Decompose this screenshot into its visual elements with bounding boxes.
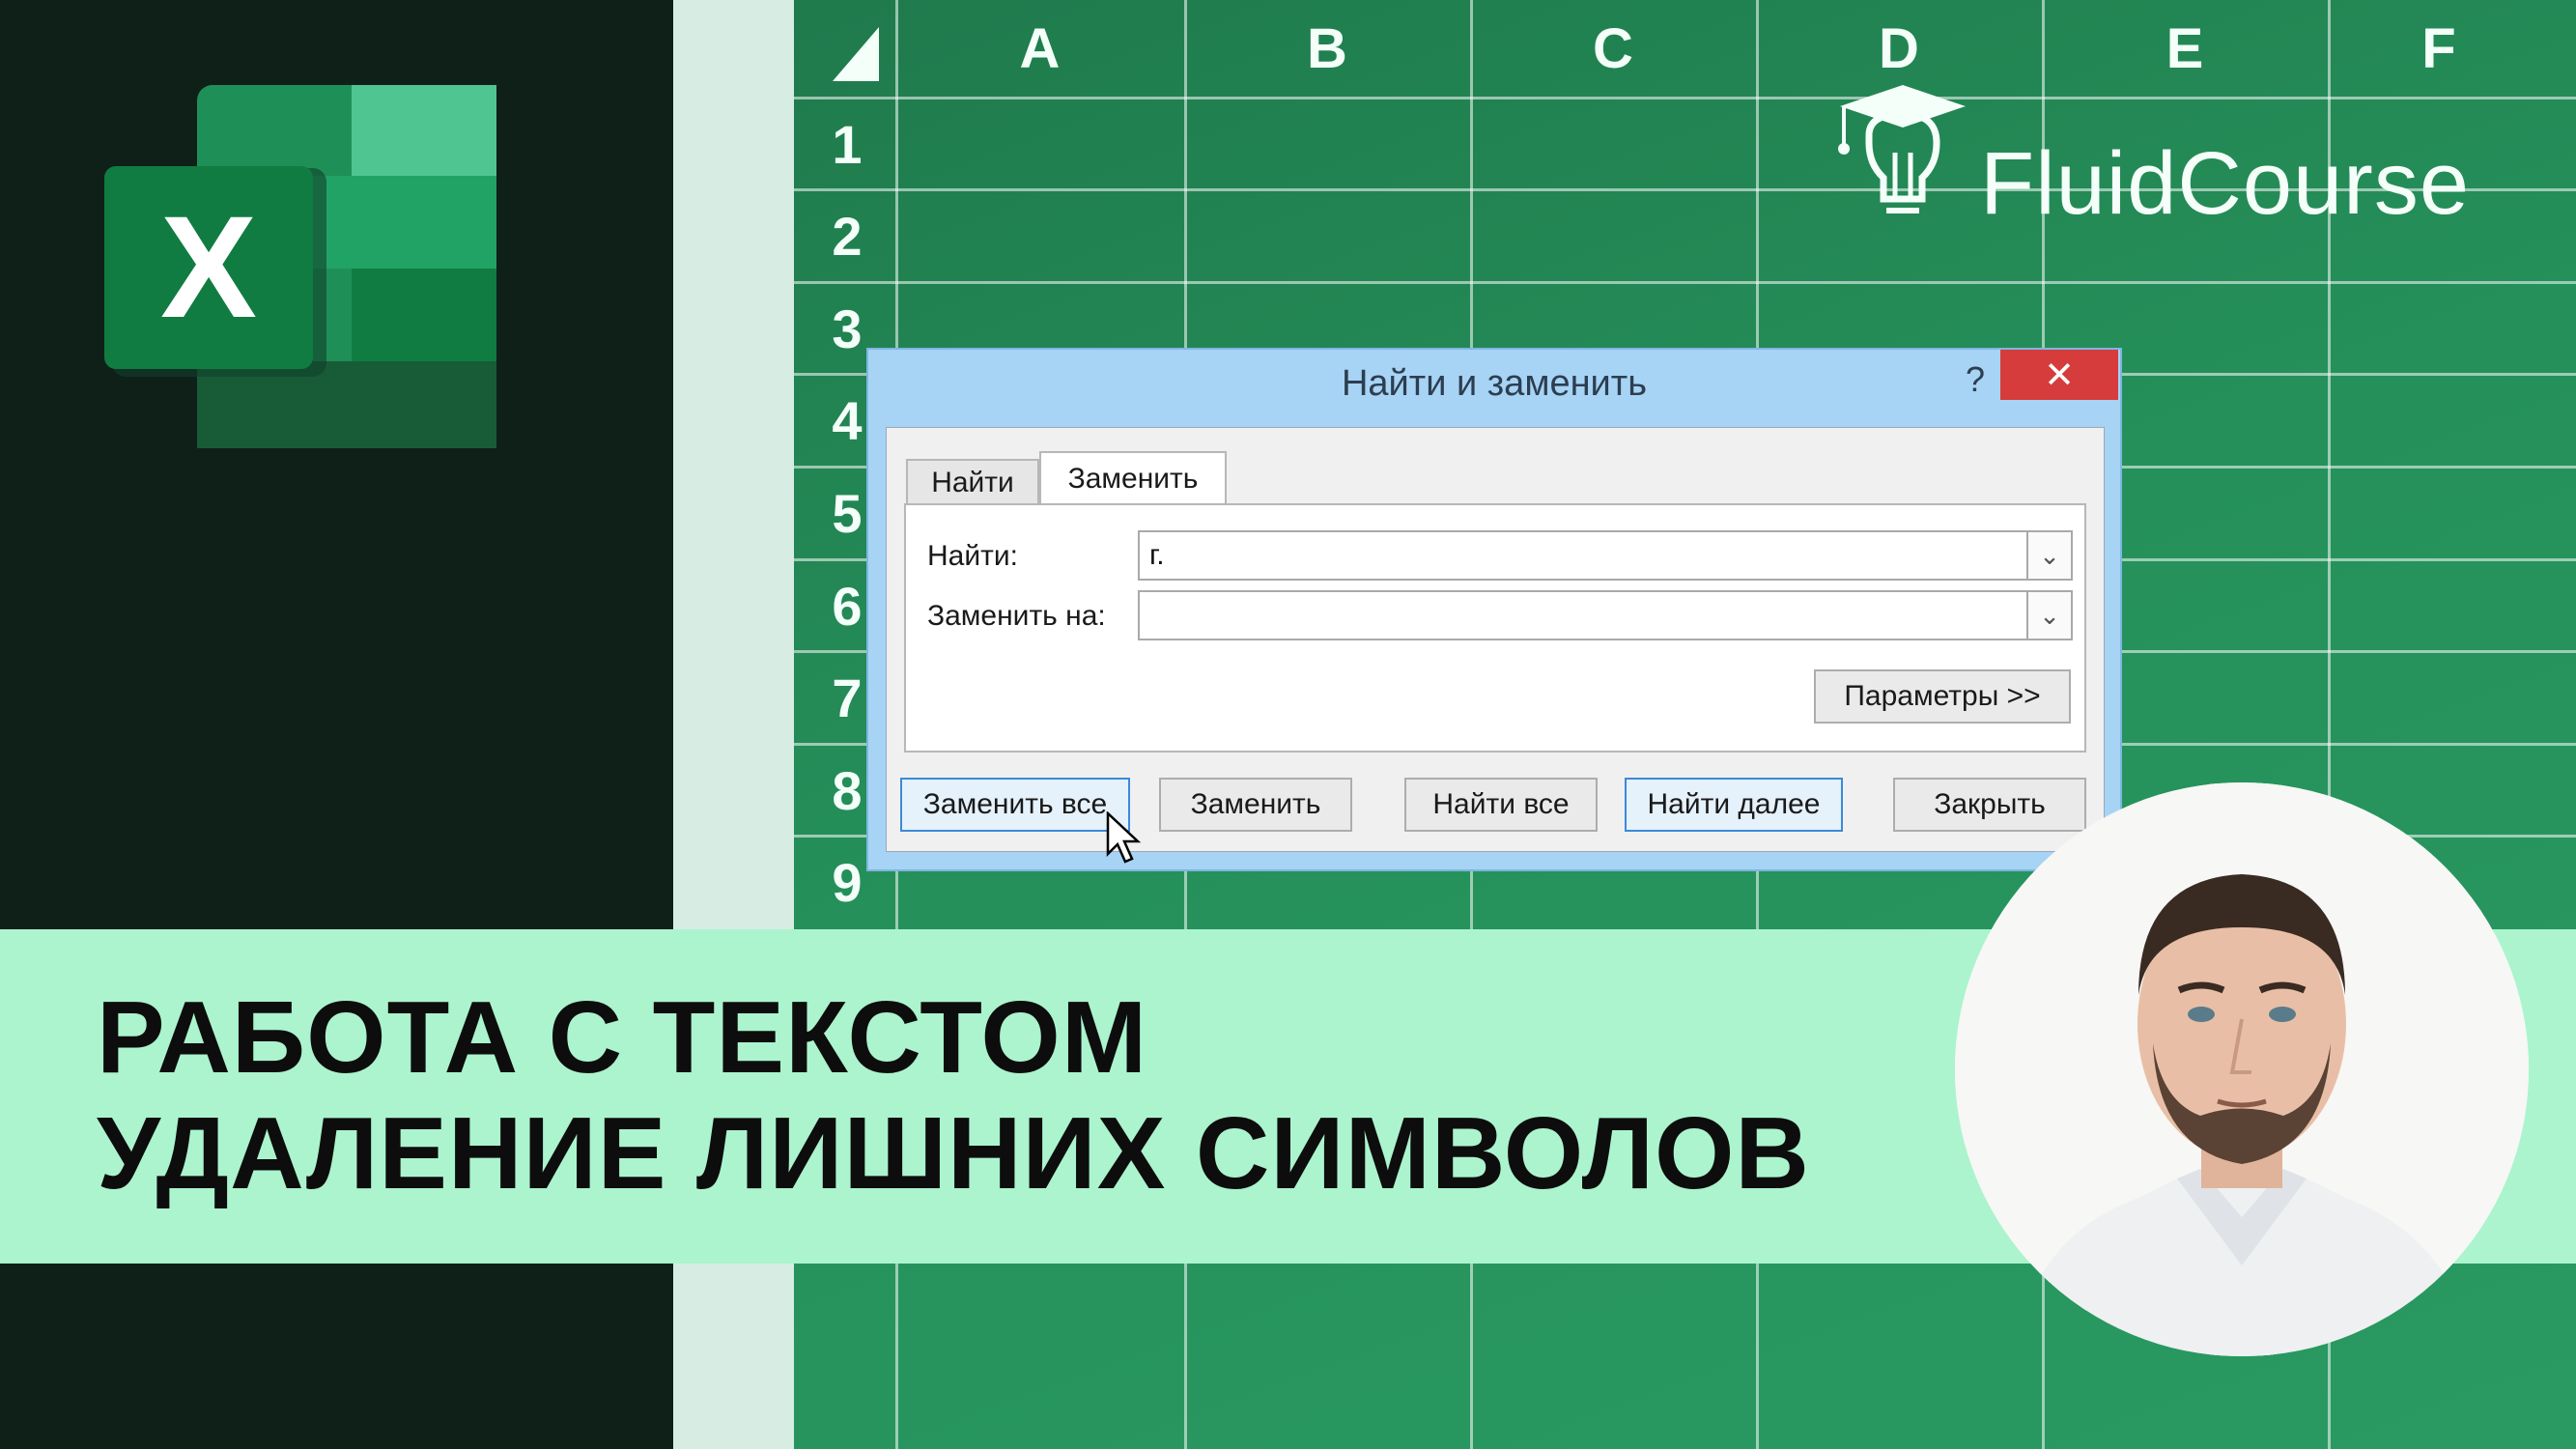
replace-tab-panel: Найти: г. ⌄ Заменить на: ⌄ Параметры >> <box>904 503 2086 753</box>
grid-line <box>794 281 2576 284</box>
fluidcourse-logo: FluidCourse <box>1830 85 2506 233</box>
replace-button[interactable]: Заменить <box>1159 778 1352 832</box>
presenter-photo <box>1955 782 2529 1356</box>
title-line-1: РАБОТА С ТЕКСТОМ <box>97 980 1148 1094</box>
replace-label: Заменить на: <box>927 600 1106 632</box>
row-header-1[interactable]: 1 <box>794 99 900 188</box>
replace-all-button[interactable]: Заменить все <box>900 778 1130 832</box>
close-icon[interactable]: ✕ <box>2000 350 2118 400</box>
dialog-title: Найти и заменить <box>1341 363 1647 404</box>
brand-name: FluidCourse <box>1980 134 2470 233</box>
help-button[interactable]: ? <box>1966 359 1985 400</box>
chevron-down-icon[interactable]: ⌄ <box>2026 592 2071 639</box>
find-label: Найти: <box>927 540 1018 572</box>
column-header-c[interactable]: C <box>1470 0 1756 97</box>
column-header-a[interactable]: A <box>895 0 1184 97</box>
column-header-b[interactable]: B <box>1184 0 1470 97</box>
column-header-d[interactable]: D <box>1756 0 2042 97</box>
mouse-cursor-icon <box>1106 811 1142 864</box>
chevron-down-icon[interactable]: ⌄ <box>2026 532 2071 579</box>
find-replace-dialog: Найти и заменить ? ✕ Найти Заменить Найт… <box>866 348 2122 871</box>
tab-replace[interactable]: Заменить <box>1039 451 1227 505</box>
tab-find[interactable]: Найти <box>906 459 1039 505</box>
find-next-button[interactable]: Найти далее <box>1625 778 1843 832</box>
select-all-corner <box>833 27 879 81</box>
find-input-value: г. <box>1149 539 1165 571</box>
title-line-2: УДАЛЕНИЕ ЛИШНИХ СИМВОЛОВ <box>97 1096 1810 1210</box>
column-header-f[interactable]: F <box>2328 0 2550 97</box>
column-header-e[interactable]: E <box>2042 0 2328 97</box>
find-input[interactable]: г. ⌄ <box>1138 530 2073 581</box>
row-header-2[interactable]: 2 <box>794 191 900 281</box>
lightbulb-cap-icon <box>1838 85 1966 213</box>
close-button[interactable]: Закрыть <box>1893 778 2086 832</box>
excel-logo: X <box>104 85 500 452</box>
find-all-button[interactable]: Найти все <box>1404 778 1598 832</box>
options-button[interactable]: Параметры >> <box>1814 669 2071 724</box>
dialog-body: Найти Заменить Найти: г. ⌄ Заменить на: … <box>886 427 2105 852</box>
excel-letter: X <box>160 185 257 348</box>
replace-input[interactable]: ⌄ <box>1138 590 2073 640</box>
